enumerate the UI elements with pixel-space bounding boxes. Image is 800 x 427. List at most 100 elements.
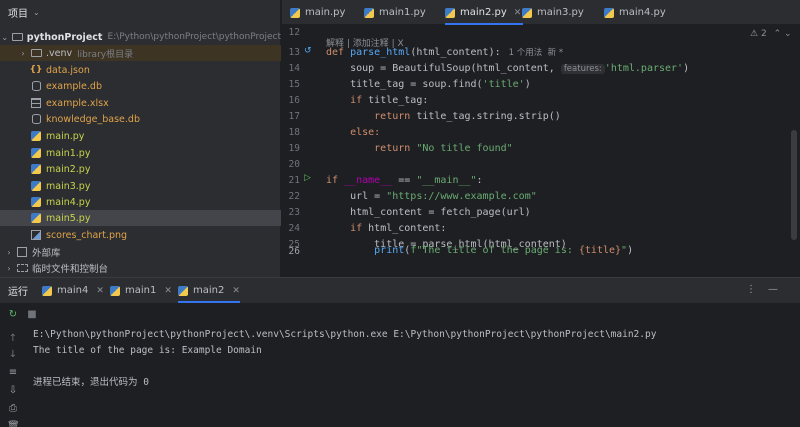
line-number: 14 [288, 63, 300, 74]
tree-item-label: 外部库 [32, 248, 61, 259]
tree-item-label: scores_chart.png [46, 229, 128, 241]
project-panel-header[interactable]: 项目 ⌄ [0, 0, 280, 25]
run-tab-main1[interactable]: main1 ✕ [110, 278, 172, 303]
tab-label: main1.py [379, 7, 426, 18]
tab-main-py[interactable]: main.py [290, 0, 345, 25]
console-line: 进程已结束，退出代码为 0 [33, 377, 149, 388]
tab-main3-py[interactable]: main3.py [522, 0, 584, 25]
tree-item-label: main.py [46, 130, 85, 142]
root-name: pythonProject [26, 31, 103, 43]
code-line-26: print(f"The title of the page is: {title… [326, 245, 634, 256]
run-tab-main2[interactable]: main2 ✕ [178, 278, 240, 303]
code-line-23: html_content = fetch_page(url) [326, 207, 531, 218]
arrow-down-icon[interactable]: ↓ [7, 349, 19, 360]
project-panel: 项目 ⌄ ⌄ pythonProject E:\Python\pythonPro… [0, 0, 281, 277]
tree-item-scores-chart-png[interactable]: scores_chart.png [0, 227, 281, 243]
run-gutter-icon[interactable]: ▷ [304, 173, 311, 183]
code-line-17: return title_tag.string.strip() [326, 111, 561, 122]
run-panel: 运行 main4 ✕ main1 ✕ main2 ✕ ⋮— ↻ ■ ↑ ↓ ≡ … [0, 277, 800, 427]
tree-item-main5-py[interactable]: main5.py [0, 210, 281, 226]
tree-item-label: main3.py [46, 180, 91, 192]
chevron-right-icon[interactable]: › [4, 264, 14, 273]
editor-tab-bar: main.py main1.py main2.py ✕ main3.py mai… [282, 0, 800, 25]
minimize-icon[interactable]: — [768, 284, 790, 295]
chevron-up-icon[interactable]: ⌃ [774, 29, 782, 39]
tree-item-main2-py[interactable]: main2.py [0, 161, 281, 177]
chevron-down-icon[interactable]: ⌄ [33, 8, 40, 17]
close-icon[interactable]: ✕ [164, 286, 172, 296]
run-tab-label: main4 [57, 285, 89, 296]
scroll-to-end-icon[interactable]: ⇩ [7, 385, 19, 396]
code-line-15: title_tag = soup.find('title') [326, 79, 531, 90]
run-tab-main4[interactable]: main4 ✕ [42, 278, 104, 303]
editor-scrollbar[interactable] [791, 130, 797, 240]
tree-item-example-db[interactable]: example.db [0, 78, 281, 94]
chevron-down-icon[interactable]: ⌄ [0, 33, 9, 42]
run-tab-label: main1 [125, 285, 157, 296]
chevron-right-icon[interactable]: › [4, 248, 14, 257]
tree-item-scratches[interactable]: › 临时文件和控制台 [0, 260, 281, 276]
tab-label: main2.py [460, 7, 507, 18]
stop-icon[interactable]: ■ [26, 309, 38, 320]
tree-item-label: main5.py [46, 212, 91, 224]
folder-icon [11, 32, 23, 43]
python-file-icon [110, 285, 120, 296]
tree-item-label: 临时文件和控制台 [32, 264, 109, 275]
tree-item-label: main1.py [46, 147, 91, 159]
code-line-16: if title_tag: [326, 95, 429, 106]
python-file-icon [30, 197, 42, 208]
rerun-icon[interactable]: ↻ [7, 309, 19, 320]
close-icon[interactable]: ✕ [514, 8, 522, 18]
tree-item-label: data.json [46, 64, 90, 76]
code-editor[interactable]: 解释 | 添加注释 | X def parse_html(html_conten… [324, 25, 790, 277]
run-panel-header: 运行 main4 ✕ main1 ✕ main2 ✕ ⋮— [0, 278, 800, 303]
tree-item-main3-py[interactable]: main3.py [0, 178, 281, 194]
python-file-icon [30, 213, 42, 224]
line-number: 20 [288, 159, 300, 170]
python-file-icon [30, 148, 42, 159]
line-number: 19 [288, 143, 300, 154]
python-file-icon [522, 7, 532, 18]
usage-hint: 1 个用法 新 * [508, 48, 564, 58]
more-options-icon[interactable]: ⋮ [746, 284, 768, 295]
parameter-hint: features: [560, 64, 605, 74]
folder-icon [30, 48, 42, 59]
problem-count: 2 [760, 29, 767, 39]
print-icon[interactable]: ⎙ [7, 403, 19, 414]
tree-item-knowledge-base-db[interactable]: knowledge_base.db [0, 111, 281, 127]
tree-root[interactable]: ⌄ pythonProject E:\Python\pythonProject\… [0, 29, 281, 45]
code-line-22: url = "https://www.example.com" [326, 191, 537, 202]
tab-main4-py[interactable]: main4.py [604, 0, 666, 25]
python-file-icon [30, 164, 42, 175]
tab-main1-py[interactable]: main1.py [364, 0, 426, 25]
database-file-icon [30, 81, 42, 92]
close-icon[interactable]: ✕ [232, 286, 240, 296]
line-number: 15 [288, 79, 300, 90]
run-toolbar: ↻ ■ ↑ ↓ ≡ ⇩ ⎙ 🗑 [0, 303, 37, 427]
soft-wrap-icon[interactable]: ≡ [7, 367, 19, 378]
code-line-18: else: [326, 127, 381, 138]
inspection-widget[interactable]: ⚠ 2 ⌃ ⌄ [750, 29, 792, 39]
delete-icon[interactable]: 🗑 [7, 421, 20, 427]
line-number: 17 [288, 111, 300, 122]
tab-main2-py[interactable]: main2.py ✕ [445, 0, 524, 25]
chevron-down-icon[interactable]: ⌄ [784, 29, 792, 39]
tree-item-main1-py[interactable]: main1.py [0, 145, 281, 161]
code-vision-icon[interactable]: ↺ [304, 46, 312, 56]
tree-item-main-py[interactable]: main.py [0, 128, 281, 144]
tree-item-external-libraries[interactable]: › 外部库 [0, 244, 281, 260]
tree-item-example-xlsx[interactable]: example.xlsx [0, 95, 281, 111]
console-line: E:\Python\pythonProject\pythonProject\.v… [33, 329, 657, 340]
tree-item-main4-py[interactable]: main4.py [0, 194, 281, 210]
code-line-19: return "No title found" [326, 143, 513, 154]
chevron-right-icon[interactable]: › [18, 49, 28, 58]
tab-label: main.py [305, 7, 346, 18]
arrow-up-icon[interactable]: ↑ [7, 333, 19, 344]
line-number: 23 [288, 207, 300, 218]
run-panel-title: 运行 [8, 287, 28, 298]
tree-item-data-json[interactable]: {} data.json [0, 62, 281, 78]
tree-item-venv[interactable]: › .venv library根目录 [0, 45, 281, 61]
close-icon[interactable]: ✕ [96, 286, 104, 296]
code-line-24: if html_content: [326, 223, 447, 234]
python-file-icon [445, 7, 455, 18]
